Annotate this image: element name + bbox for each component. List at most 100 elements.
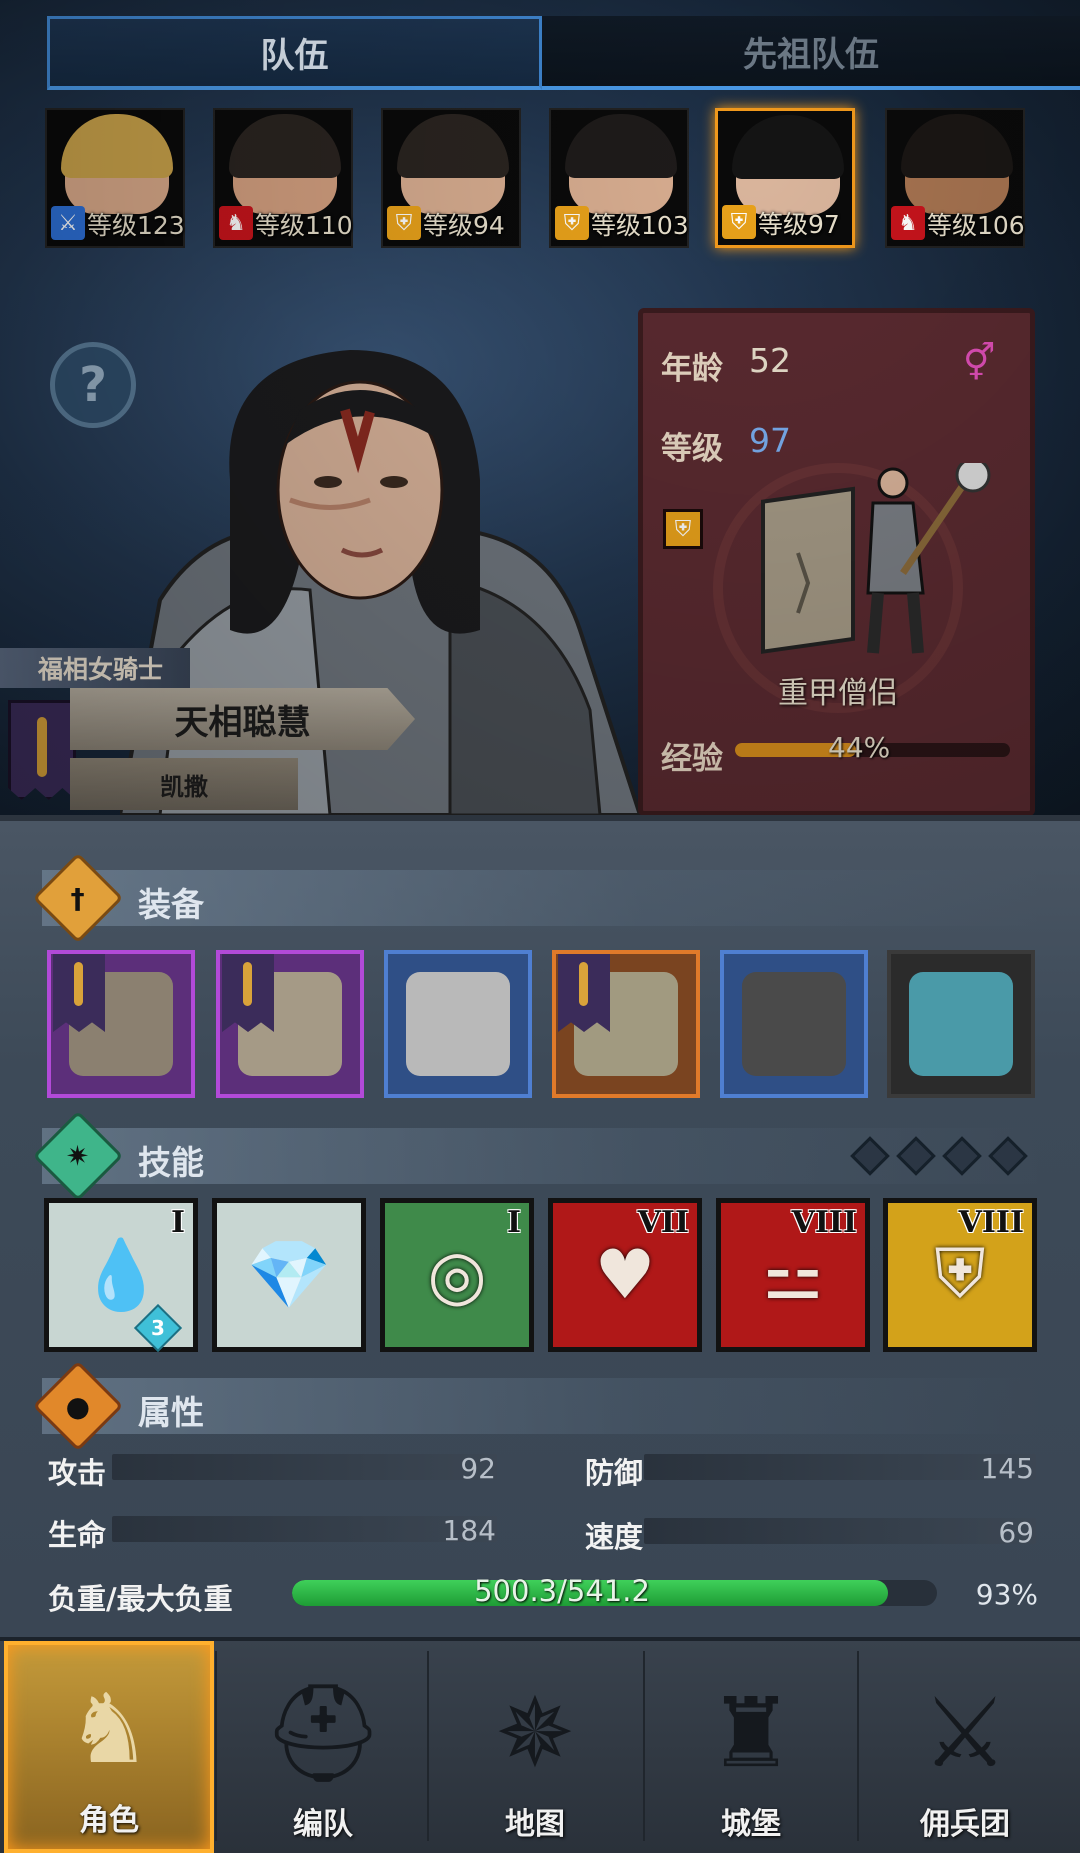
- load-label: 负重/最大负重: [48, 1582, 233, 1616]
- hero-hair: [901, 114, 1013, 178]
- nav-separator: [427, 1651, 429, 1841]
- skill-slot[interactable]: 💎: [212, 1198, 366, 1352]
- hero-slot[interactable]: ⛨ 等级97: [715, 108, 855, 248]
- class-name: 重甲僧侣: [778, 676, 898, 711]
- level-label: 等级: [661, 431, 723, 467]
- wheat-icon: [37, 717, 47, 777]
- skill-rank: VII: [637, 1205, 689, 1240]
- hero-hair: [565, 114, 677, 178]
- equipment-slot[interactable]: [887, 950, 1035, 1098]
- hero-level: 等级94: [423, 211, 505, 240]
- defense-value: 145: [980, 1452, 1034, 1485]
- shield-icon: ⛨: [722, 205, 756, 239]
- banner-icon: [558, 954, 610, 1032]
- equipment-title: 装备: [138, 885, 204, 924]
- equipment-slot[interactable]: [384, 950, 532, 1098]
- amulet-icon: [909, 972, 1013, 1076]
- hero-level: 等级106: [927, 211, 1025, 240]
- age-value: 52: [749, 341, 791, 380]
- banner-icon: [222, 954, 274, 1032]
- skill-heart-icon: ♥: [594, 1235, 656, 1315]
- skill-target-icon: ◎: [427, 1235, 487, 1315]
- castle-icon: ♜: [707, 1677, 795, 1789]
- skill-slot[interactable]: ⚍ VIII: [716, 1198, 870, 1352]
- nav-helmet[interactable]: ⛑ 编队: [218, 1641, 428, 1853]
- load-value: 500.3/541.2: [474, 1574, 650, 1608]
- age-label: 年龄: [661, 351, 723, 387]
- level-value: 97: [749, 421, 791, 460]
- hero-slot[interactable]: ⚔ 等级123: [45, 108, 185, 248]
- nav-separator: [857, 1651, 859, 1841]
- tab-bar: 队伍 先祖队伍: [47, 16, 1080, 90]
- hero-hair: [732, 115, 844, 179]
- skill-strength-icon: ⚍: [762, 1235, 824, 1315]
- tab-ancestor-team[interactable]: 先祖队伍: [542, 16, 1080, 90]
- nav-knight[interactable]: ♞ 角色: [4, 1641, 214, 1853]
- attack-label: 攻击: [48, 1456, 107, 1490]
- exp-percent: 44%: [828, 731, 891, 764]
- shield-icon: ⛨: [663, 509, 703, 549]
- equipment-slot[interactable]: [720, 950, 868, 1098]
- hero-level: 等级110: [255, 211, 353, 240]
- equipment-slot[interactable]: [216, 950, 364, 1098]
- hero-slot[interactable]: ♞ 等级106: [885, 108, 1025, 248]
- nav-castle[interactable]: ♜ 城堡: [646, 1641, 856, 1853]
- female-icon: ⚥: [963, 343, 996, 384]
- knight-icon: ♞: [65, 1673, 153, 1785]
- skill-slot[interactable]: ◎ I: [380, 1198, 534, 1352]
- attributes-header: ● 属性: [32, 1360, 1042, 1452]
- skill-crystal-icon: 💎: [246, 1236, 332, 1315]
- hero-slot[interactable]: ⛨ 等级103: [549, 108, 689, 248]
- shield-icon: ⛨: [555, 206, 589, 240]
- skill-defense-icon: ⛨: [934, 1235, 986, 1314]
- character-info-panel: 年龄 52 ⚥ 等级 97 ⛨ 重甲僧侣 经验 44%: [638, 308, 1035, 816]
- compass-icon: ✵: [494, 1677, 576, 1789]
- skill-level-text: 3: [151, 1315, 165, 1340]
- hero-slot[interactable]: ♞ 等级110: [213, 108, 353, 248]
- skill-slot[interactable]: ♥ VII: [548, 1198, 702, 1352]
- skills-title: 技能: [138, 1143, 204, 1182]
- skill-rank: I: [506, 1205, 521, 1240]
- nav-label: 编队: [293, 1807, 353, 1842]
- banner-icon: [53, 954, 105, 1032]
- shield-icon: ⛨: [387, 206, 421, 240]
- mercenary-icon: ⚔: [921, 1677, 1009, 1789]
- hero-level: 等级97: [758, 210, 840, 239]
- skill-rank: I: [170, 1205, 185, 1240]
- character-title: 福相女骑士: [0, 648, 190, 688]
- hero-hair: [229, 114, 341, 178]
- game-screen: 队伍 先祖队伍 ⚔ 等级123 ♞ 等级110 ⛨ 等级94 ⛨ 等级103 ⛨ 等级97 ♞ 等级1…: [0, 0, 1080, 1853]
- hero-hair: [61, 114, 173, 178]
- beast-icon: ♞: [219, 206, 253, 240]
- character-panel: 队伍 先祖队伍 ⚔ 等级123 ♞ 等级110 ⛨ 等级94 ⛨ 等级103 ⛨ 等级97 ♞ 等级1…: [0, 0, 1080, 816]
- skill-rank: VIII: [958, 1205, 1024, 1240]
- skill-slot[interactable]: ⛨ VIII: [883, 1198, 1037, 1352]
- helmet-icon: ⛑: [262, 1676, 384, 1789]
- boots-icon: [742, 972, 846, 1076]
- skill-rank: VIII: [791, 1205, 857, 1240]
- attributes-title: 属性: [138, 1393, 204, 1432]
- nav-label: 佣兵团: [920, 1807, 1010, 1842]
- hero-slot[interactable]: ⛨ 等级94: [381, 108, 521, 248]
- defense-label: 防御: [585, 1456, 644, 1490]
- attack-value: 92: [460, 1452, 496, 1485]
- nav-label: 地图: [505, 1807, 565, 1842]
- helmet-icon: [406, 972, 510, 1076]
- hero-hair: [397, 114, 509, 178]
- beast-icon: ♞: [891, 206, 925, 240]
- tab-team[interactable]: 队伍: [47, 16, 542, 90]
- hero-level: 等级123: [87, 211, 185, 240]
- nav-separator: [643, 1651, 645, 1841]
- equipment-slot[interactable]: [552, 950, 700, 1098]
- skill-slot[interactable]: 💧 I 3: [44, 1198, 198, 1353]
- nav-compass[interactable]: ✵ 地图: [430, 1641, 640, 1853]
- speed-value: 69: [998, 1516, 1034, 1549]
- question-icon: ?: [79, 357, 107, 413]
- character-subname: 凯撒: [70, 758, 298, 810]
- character-name: 天相聪慧: [70, 688, 415, 750]
- speed-label: 速度: [585, 1520, 644, 1554]
- nav-label: 城堡: [721, 1807, 781, 1842]
- equipment-slot[interactable]: [47, 950, 195, 1098]
- nav-mercenary[interactable]: ⚔ 佣兵团: [860, 1641, 1070, 1853]
- nav-separator: [215, 1651, 217, 1841]
